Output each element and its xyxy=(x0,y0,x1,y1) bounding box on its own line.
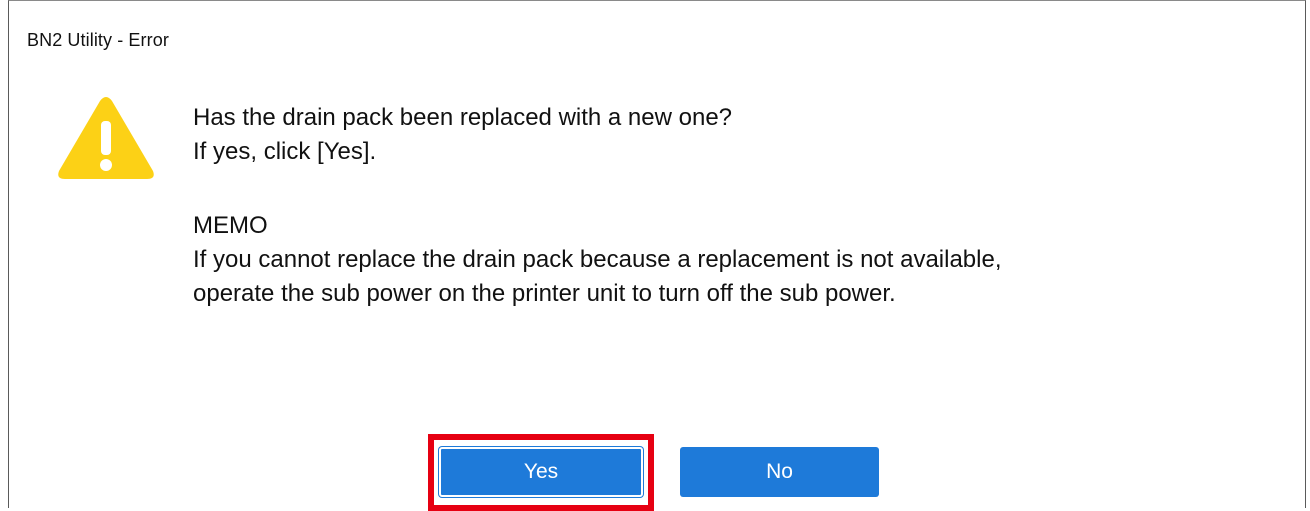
warning-icon xyxy=(58,97,154,179)
memo-line-1: If you cannot replace the drain pack bec… xyxy=(193,246,1002,273)
dialog-title: BN2 Utility - Error xyxy=(27,30,169,50)
instruction-text: If yes, click [Yes]. xyxy=(193,138,377,165)
dialog-message: Has the drain pack been replaced with a … xyxy=(193,101,1002,311)
no-button[interactable]: No xyxy=(680,447,879,497)
error-dialog: BN2 Utility - Error Has the drain pack b… xyxy=(8,0,1306,511)
memo-heading: MEMO xyxy=(193,212,268,239)
question-text: Has the drain pack been replaced with a … xyxy=(193,104,733,131)
memo-line-2: operate the sub power on the printer uni… xyxy=(193,280,896,307)
yes-button[interactable]: Yes xyxy=(439,447,643,497)
